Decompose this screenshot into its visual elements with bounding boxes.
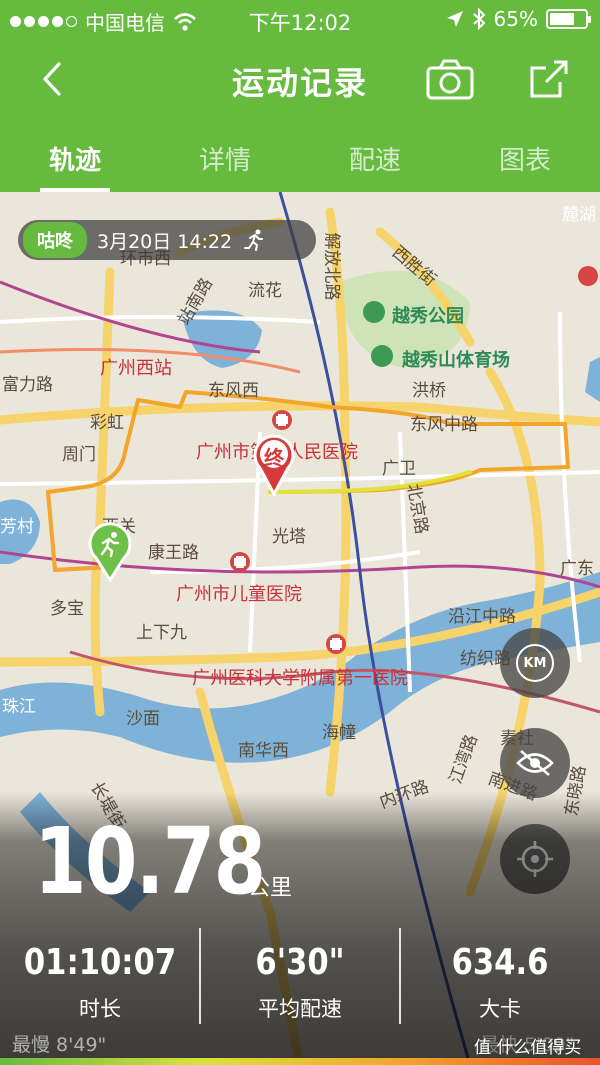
nav-bar: 运动记录 (0, 38, 600, 122)
slowest-pace: 最慢 8'49" (12, 1034, 107, 1056)
location-arrow-icon (446, 11, 463, 27)
start-pin-icon (88, 522, 132, 583)
map-label-children-hospital: 广州市儿童医院 (176, 584, 302, 605)
map-label-luhu: 麓湖 (562, 205, 596, 225)
battery-icon (546, 9, 591, 29)
status-right: 65% (446, 7, 591, 31)
km-marker-icon: KM (516, 644, 554, 682)
km-label: KM (523, 655, 547, 671)
route-datetime: 3月20日 14:22 (97, 230, 233, 253)
share-button[interactable] (524, 56, 572, 104)
eye-off-icon (516, 750, 554, 776)
distance-unit: 公里 (248, 876, 293, 901)
calories-label: 大卡 (479, 997, 521, 1021)
map-label-yuexiu-park: 越秀公园 (392, 306, 464, 327)
map-label-zhoumen: 周门 (62, 445, 96, 465)
end-marker-label: 终 (264, 446, 284, 470)
calories-value: 634.6 (451, 942, 549, 983)
end-marker[interactable]: 终 (252, 434, 296, 498)
tab-details[interactable]: 详情 (150, 130, 300, 192)
bluetooth-icon (472, 8, 485, 30)
page-title: 运动记录 (231, 64, 368, 102)
tab-charts[interactable]: 图表 (450, 130, 600, 192)
pace-value: 6'30" (255, 942, 345, 983)
map-label-yuexiu-stadium: 越秀山体育场 (402, 350, 510, 371)
map-label-yanjiang: 沿江中路 (448, 607, 516, 627)
share-icon (530, 60, 568, 98)
map-label-guangwei: 广卫 (382, 459, 416, 479)
km-marker-toggle[interactable]: KM (500, 628, 570, 698)
map-label-duobao: 多宝 (50, 599, 84, 619)
map-label-shangxiajiu: 上下九 (136, 623, 187, 643)
duration-stat: 01:10:07 时长 (0, 942, 200, 1023)
map-label-fangcun: 芳村 (0, 517, 34, 537)
map-label-liuhua: 流花 (248, 281, 282, 301)
duration-value: 01:10:07 (23, 942, 177, 983)
calories-stat: 634.6 大卡 (400, 942, 600, 1023)
map-label-dongfeng-west: 东风西 (208, 381, 259, 401)
app-header: 中国电信 下午12:02 65% 运动记录 轨迹 详情 配速 图表 (0, 0, 600, 192)
map-label-zhujiang: 珠江 (2, 697, 36, 717)
route-info-pill: 咕咚 3月20日 14:22 (18, 220, 316, 260)
pace-stat: 6'30" 平均配速 (200, 942, 400, 1023)
runner-icon (244, 229, 264, 251)
map-label-medical-hospital: 广州医科大学附属第一医院 (192, 668, 408, 689)
camera-icon (426, 59, 474, 100)
hide-route-toggle[interactable] (500, 728, 570, 798)
map-label-caihong: 彩虹 (90, 413, 124, 433)
start-marker[interactable] (86, 522, 134, 583)
map-label-guangzhou-west: 广州西站 (100, 358, 172, 379)
map-label-haichuang: 海幢 (322, 723, 356, 743)
map-label-fuli: 富力路 (2, 375, 53, 395)
tab-track[interactable]: 轨迹 (0, 130, 150, 192)
pace-color-bar (0, 1058, 600, 1065)
map-label-nanhua: 南华西 (238, 741, 289, 761)
distance-value: 10.78 (34, 808, 266, 915)
map-label-guangdong: 广东 (560, 559, 594, 579)
watermark-text: 值 什么值得买 (474, 1037, 582, 1058)
map-label-kangwang: 康王路 (148, 543, 199, 563)
pace-label: 平均配速 (258, 997, 342, 1021)
map-label-dongfeng-mid: 东风中路 (410, 415, 478, 435)
map-label-guangta: 光塔 (272, 527, 306, 547)
app-tag: 咕咚 (23, 222, 87, 258)
tab-pace[interactable]: 配速 (300, 130, 450, 192)
map-label-jiefang: 解放北路 (321, 232, 342, 301)
status-bar: 中国电信 下午12:02 65% (0, 0, 600, 38)
map-label-honglin: 洪桥 (412, 381, 446, 401)
battery-percent: 65% (493, 7, 538, 31)
map-label-shamian: 沙面 (126, 709, 160, 729)
camera-button[interactable] (424, 56, 476, 104)
duration-label: 时长 (79, 997, 121, 1021)
watermark: 值 什么值得买 (474, 1030, 600, 1060)
tab-bar: 轨迹 详情 配速 图表 (0, 130, 600, 192)
